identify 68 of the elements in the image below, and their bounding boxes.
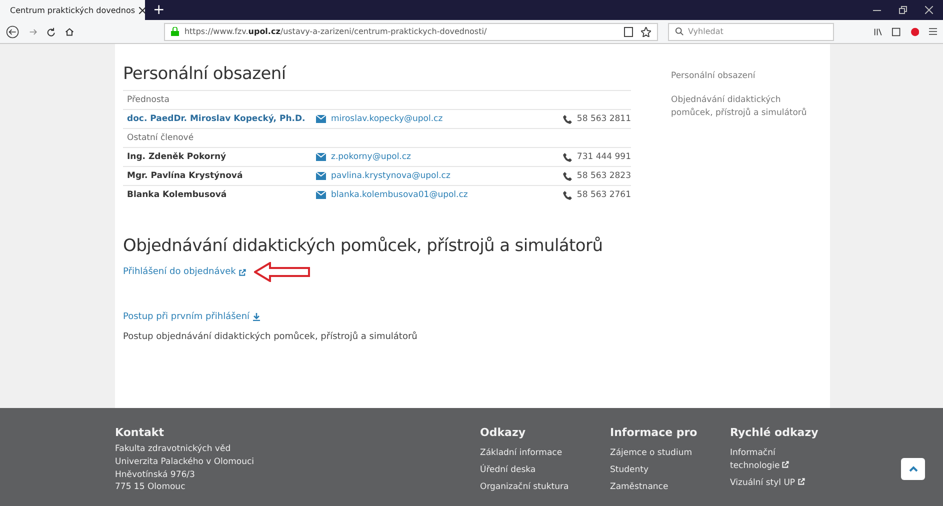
- person-name: Ing. Zdeněk Pokorný: [126, 152, 228, 162]
- star-icon[interactable]: [641, 26, 652, 36]
- footer-heading: Odkazy: [480, 426, 527, 439]
- footer-heading: Informace pro: [610, 426, 698, 439]
- external-link-icon: [782, 460, 790, 468]
- first-login-link[interactable]: Postup při prvním přihlášení: [123, 312, 631, 322]
- footer-link[interactable]: Úřední deska: [480, 464, 536, 476]
- sidebar-link[interactable]: Objednávání didaktických pomůcek, přístrojů a simulátorů: [671, 94, 822, 119]
- phone-number: 731 444 991: [576, 152, 631, 162]
- restore-icon[interactable]: [899, 6, 907, 14]
- search-icon: [675, 27, 684, 36]
- email-link[interactable]: z.pokorny@upol.cz: [331, 152, 412, 162]
- phone-icon: [563, 114, 572, 124]
- phone-number: 58 563 2761: [576, 190, 631, 200]
- person-name: Blanka Kolembusová: [126, 190, 228, 200]
- reload-icon[interactable]: [47, 26, 56, 36]
- person-name: Mgr. Pavlína Krystýnová: [126, 171, 244, 181]
- footer-link[interactable]: Zaměstnance: [610, 480, 668, 494]
- phone-icon: [563, 190, 572, 200]
- new-tab-button[interactable]: +: [145, 0, 173, 20]
- footer-link[interactable]: Zájemce o studium: [610, 447, 692, 460]
- email-link[interactable]: pavlina.krystynova@upol.cz: [331, 171, 450, 181]
- address-line: Univerzita Palackého v Olomouci: [115, 456, 254, 468]
- footer-link[interactable]: Organizační stuktura: [480, 480, 569, 494]
- address-line: Fakulta zdravotnických věd: [115, 443, 231, 456]
- menu-icon[interactable]: [928, 27, 938, 36]
- scroll-top-button[interactable]: [901, 458, 925, 480]
- search-field[interactable]: Vyhledat: [668, 22, 834, 40]
- group-label: Přednosta: [126, 95, 170, 105]
- envelope-icon: [316, 153, 326, 161]
- section-heading: Personální obsazení: [123, 64, 288, 84]
- envelope-icon: [316, 172, 326, 180]
- download-icon: [252, 313, 260, 321]
- section-heading: Objednávání didaktických pomůcek, přístrojů a simulátorů: [123, 236, 604, 256]
- footer-link[interactable]: Studenty: [610, 464, 648, 476]
- address-line: 775 15 Olomouc: [115, 481, 186, 494]
- arrow-drawing: [254, 262, 310, 282]
- close-icon[interactable]: [139, 6, 145, 14]
- address-bar[interactable]: https://www.fzv.upol.cz/ustavy-a-zarizeni/centrum-praktickych-dovednosti/: [164, 22, 658, 40]
- external-link-icon: [238, 268, 246, 276]
- phone-icon: [563, 152, 572, 162]
- login-link[interactable]: Přihlášení do objednávek: [123, 267, 246, 277]
- group-label: Ostatní členové: [126, 133, 195, 143]
- envelope-icon: [316, 191, 326, 199]
- phone-icon: [563, 172, 572, 180]
- external-link-icon: [798, 478, 805, 484]
- lock-icon: [171, 27, 180, 36]
- footer-heading: Rychlé odkazy: [730, 426, 820, 439]
- chevron-up-icon: [908, 466, 918, 472]
- email-link[interactable]: miroslav.kopecky@upol.cz: [331, 114, 443, 124]
- library-icon[interactable]: [874, 26, 882, 36]
- address-line: Hněvotínská 976/3: [115, 468, 195, 482]
- description-text: Postup objednávání didaktických pomůcek, přístrojů a simulátorů: [123, 332, 418, 342]
- footer-link[interactable]: Informační technologie: [730, 447, 820, 472]
- forward-icon[interactable]: [29, 26, 38, 36]
- browser-tab[interactable]: Centrum praktických dovednos: [0, 0, 145, 20]
- home-icon[interactable]: [65, 26, 74, 36]
- back-icon[interactable]: [6, 24, 20, 40]
- envelope-icon: [316, 115, 326, 123]
- phone-number: 58 563 2811: [576, 114, 631, 124]
- close-icon[interactable]: [925, 6, 933, 14]
- footer-heading: Kontakt: [115, 426, 165, 439]
- phone-number: 58 563 2823: [576, 171, 631, 181]
- footer-link[interactable]: Vizuální styl UP: [730, 476, 805, 490]
- footer-link[interactable]: Základní informace: [480, 447, 562, 460]
- person-name-link[interactable]: doc. PaedDr. Miroslav Kopecký, Ph.D.: [123, 114, 316, 124]
- email-link[interactable]: blanka.kolembusova01@upol.cz: [331, 190, 468, 200]
- sidebar-link[interactable]: Personální obsazení: [671, 70, 822, 82]
